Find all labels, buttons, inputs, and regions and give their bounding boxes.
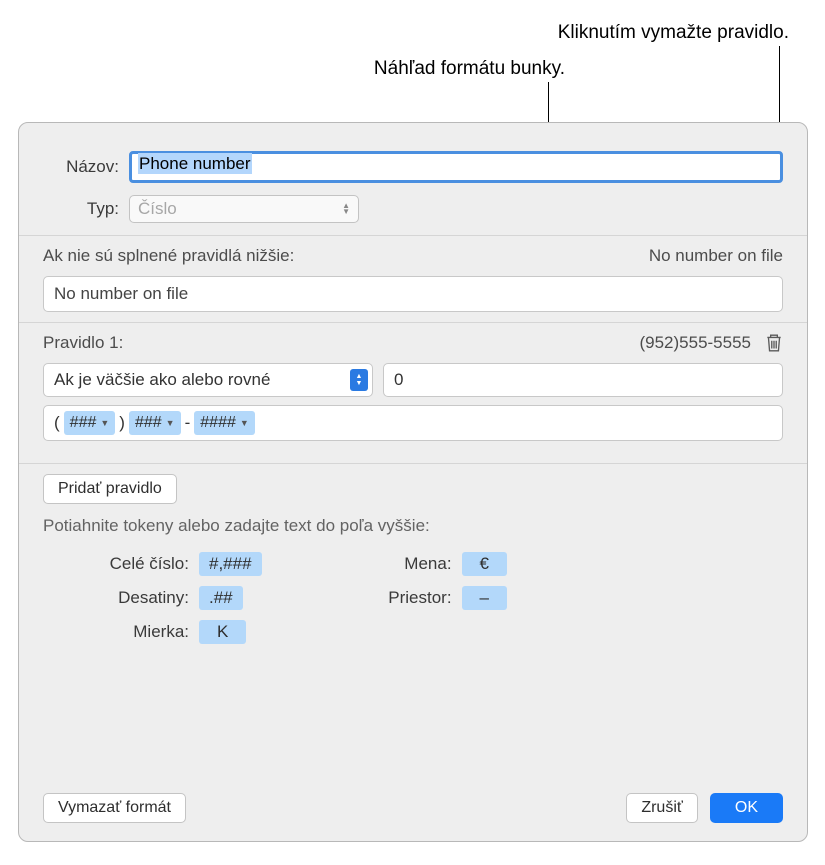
whole-label: Celé číslo: xyxy=(99,554,189,574)
whole-token[interactable]: #,### xyxy=(199,552,262,576)
scale-label: Mierka: xyxy=(99,622,189,642)
rule1-preview: (952)555-5555 xyxy=(639,333,751,353)
callout-preview: Náhľad formátu bunky. xyxy=(374,58,565,80)
custom-format-dialog: Názov: Phone number Typ: Číslo ▲▼ Ak nie… xyxy=(18,122,808,842)
no-rules-preview: No number on file xyxy=(649,246,783,266)
rule1-label: Pravidlo 1: xyxy=(43,333,123,353)
currency-token[interactable]: € xyxy=(462,552,507,576)
callout-delete: Kliknutím vymažte pravidlo. xyxy=(558,22,789,44)
decimals-label: Desatiny: xyxy=(99,588,189,608)
cancel-button[interactable]: Zrušiť xyxy=(626,793,698,823)
condition-value-input[interactable]: 0 xyxy=(383,363,783,397)
ok-button[interactable]: OK xyxy=(710,793,783,823)
add-rule-button[interactable]: Pridať pravidlo xyxy=(43,474,177,504)
literal-text: ) xyxy=(119,413,125,433)
type-label: Typ: xyxy=(43,199,119,219)
format-input[interactable]: ( ###▼ ) ###▼ - ####▼ xyxy=(43,405,783,441)
chevron-down-icon: ▼ xyxy=(166,418,175,428)
scale-token[interactable]: K xyxy=(199,620,246,644)
no-rules-input[interactable]: No number on file xyxy=(43,276,783,312)
token-hash-3b[interactable]: ###▼ xyxy=(129,411,181,435)
token-hash-3a[interactable]: ###▼ xyxy=(64,411,116,435)
no-rules-label: Ak nie sú splnené pravidlá nižšie: xyxy=(43,246,294,266)
divider xyxy=(19,235,807,236)
space-token[interactable]: – xyxy=(462,586,507,610)
name-input[interactable]: Phone number xyxy=(129,151,783,183)
currency-label: Mena: xyxy=(362,554,452,574)
chevron-down-icon: ▼ xyxy=(100,418,109,428)
clear-format-button[interactable]: Vymazať formát xyxy=(43,793,186,823)
name-label: Názov: xyxy=(43,157,119,177)
divider xyxy=(19,322,807,323)
type-select[interactable]: Číslo ▲▼ xyxy=(129,195,359,223)
chevron-updown-icon: ▲▼ xyxy=(350,369,368,391)
instructions-text: Potiahnite tokeny alebo zadajte text do … xyxy=(43,516,783,536)
divider xyxy=(19,463,807,464)
chevron-down-icon: ▼ xyxy=(240,418,249,428)
space-label: Priestor: xyxy=(362,588,452,608)
decimals-token[interactable]: .## xyxy=(199,586,243,610)
literal-text: - xyxy=(185,413,191,433)
trash-icon[interactable] xyxy=(765,333,783,353)
condition-select[interactable]: Ak je väčšie ako alebo rovné ▲▼ xyxy=(43,363,373,397)
literal-text: ( xyxy=(54,413,60,433)
token-hash-4[interactable]: ####▼ xyxy=(194,411,255,435)
chevron-updown-icon: ▲▼ xyxy=(342,203,350,215)
